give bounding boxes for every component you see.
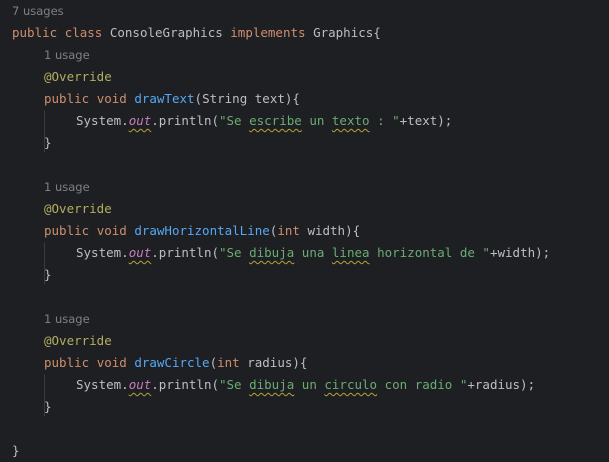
- string-word-typo: escribe: [249, 113, 302, 128]
- string-part: : ": [369, 113, 400, 128]
- class-open-brace: {: [373, 25, 381, 40]
- method-signature-line[interactable]: public void drawHorizontalLine(int width…: [44, 220, 360, 242]
- string-word-typo: circulo: [324, 377, 378, 392]
- param-type: int: [217, 355, 240, 370]
- method-close-line[interactable]: }: [44, 132, 52, 154]
- out-field: out: [128, 377, 152, 392]
- class-usages-hint[interactable]: 7 usages: [12, 2, 64, 20]
- method-body-line[interactable]: System.out.println("Se dibuja una linea …: [76, 242, 550, 264]
- string-part: un: [301, 113, 332, 128]
- param-name: width: [307, 223, 346, 238]
- keyword-void: void: [96, 355, 127, 370]
- method-close-line[interactable]: }: [44, 264, 52, 286]
- method-signature-line[interactable]: public void drawText(String text){: [44, 88, 300, 110]
- indent-guide: [44, 374, 45, 416]
- string-part: un: [294, 377, 325, 392]
- keyword-implements: implements: [230, 25, 306, 40]
- string-part: "Se: [219, 245, 250, 260]
- annotation-line[interactable]: @Override: [44, 198, 112, 220]
- override-annotation: @Override: [44, 333, 112, 348]
- paren-open: (: [209, 355, 218, 370]
- string-part: "Se: [219, 377, 250, 392]
- method-close-brace: }: [44, 399, 52, 414]
- signature-close: ){: [292, 355, 308, 370]
- method-close-line[interactable]: }: [44, 396, 52, 418]
- indent-guide: [44, 110, 45, 152]
- string-word-typo: dibuja: [249, 377, 295, 392]
- println-call: .println(: [151, 113, 219, 128]
- println-call: .println(: [151, 245, 219, 260]
- annotation-line[interactable]: @Override: [44, 66, 112, 88]
- method-name: drawText: [134, 91, 195, 106]
- class-close-brace: }: [12, 443, 20, 458]
- string-literal: "Se dibuja un circulo con radio ": [219, 377, 467, 392]
- keyword-public: public: [44, 355, 90, 370]
- keyword-class: class: [64, 25, 103, 40]
- method-usages-hint[interactable]: 1 usage: [44, 310, 90, 328]
- string-part: con radio ": [377, 377, 468, 392]
- system-class: System.: [76, 113, 129, 128]
- statement-tail: +text);: [399, 113, 453, 128]
- method-close-brace: }: [44, 267, 52, 282]
- string-part: una: [294, 245, 332, 260]
- paren-open: (: [194, 91, 203, 106]
- interface-name: Graphics: [313, 25, 374, 40]
- system-class: System.: [76, 245, 129, 260]
- statement-tail: +width);: [489, 245, 551, 260]
- string-word-typo: texto: [331, 113, 370, 128]
- method-name: drawCircle: [134, 355, 210, 370]
- indent-guide: [44, 242, 45, 284]
- method-body-line[interactable]: System.out.println("Se escribe un texto …: [76, 110, 452, 132]
- method-usages-hint[interactable]: 1 usage: [44, 178, 90, 196]
- out-field: out: [128, 113, 152, 128]
- println-call: .println(: [151, 377, 219, 392]
- string-literal: "Se escribe un texto : ": [219, 113, 400, 128]
- method-body-line[interactable]: System.out.println("Se dibuja un circulo…: [76, 374, 535, 396]
- override-annotation: @Override: [44, 201, 112, 216]
- code-editor[interactable]: 7 usages public class ConsoleGraphics im…: [0, 0, 609, 462]
- statement-tail: +radius);: [467, 377, 536, 392]
- signature-close: ){: [345, 223, 361, 238]
- keyword-void: void: [96, 91, 127, 106]
- string-literal: "Se dibuja una linea horizontal de ": [219, 245, 490, 260]
- class-declaration-line[interactable]: public class ConsoleGraphics implements …: [12, 22, 381, 44]
- method-name: drawHorizontalLine: [134, 223, 270, 238]
- keyword-public: public: [12, 25, 58, 40]
- string-part: "Se: [219, 113, 250, 128]
- keyword-public: public: [44, 91, 90, 106]
- keyword-public: public: [44, 223, 90, 238]
- class-close-line[interactable]: }: [12, 440, 20, 462]
- class-name: ConsoleGraphics: [109, 25, 223, 40]
- signature-close: ){: [284, 91, 300, 106]
- annotation-line[interactable]: @Override: [44, 330, 112, 352]
- string-word-typo: dibuja: [249, 245, 295, 260]
- param-type: String: [202, 91, 248, 106]
- out-field: out: [128, 245, 152, 260]
- keyword-void: void: [96, 223, 127, 238]
- string-word-typo: linea: [331, 245, 370, 260]
- string-part: horizontal de ": [369, 245, 490, 260]
- method-close-brace: }: [44, 135, 52, 150]
- param-name: radius: [247, 355, 293, 370]
- method-usages-hint[interactable]: 1 usage: [44, 46, 90, 64]
- param-type: int: [277, 223, 300, 238]
- param-name: text: [254, 91, 285, 106]
- method-signature-line[interactable]: public void drawCircle(int radius){: [44, 352, 307, 374]
- system-class: System.: [76, 377, 129, 392]
- override-annotation: @Override: [44, 69, 112, 84]
